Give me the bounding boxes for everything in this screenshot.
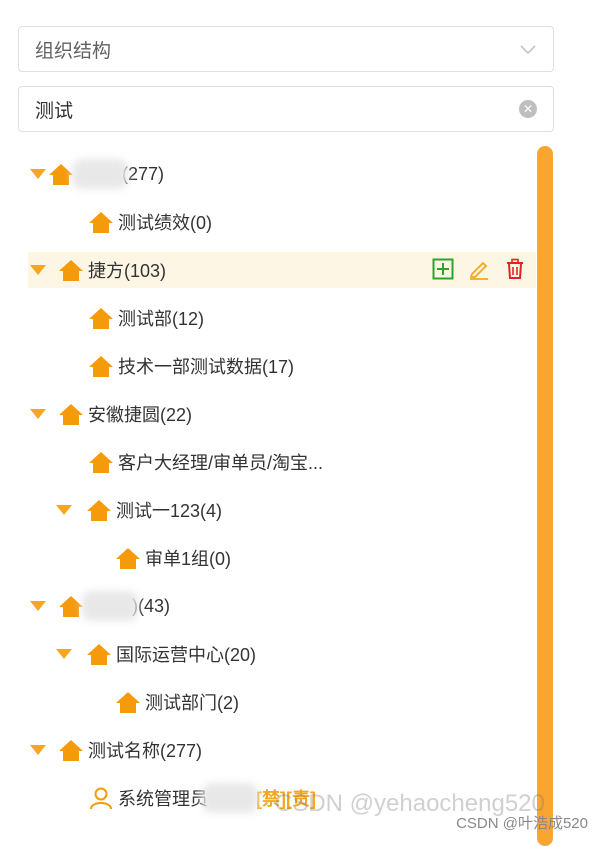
redacted-text: [72, 159, 128, 189]
tree-node-label: 测试部门(2): [145, 693, 239, 713]
home-icon: [89, 212, 113, 233]
tree-node[interactable]: 技术一部测试数据(17): [88, 348, 294, 384]
tree-node-label: 系统管理员: [118, 789, 208, 809]
tree-node-label: 捷方(103): [88, 261, 167, 281]
home-icon: [89, 308, 113, 329]
watermark-small: CSDN @叶浩成520: [456, 815, 588, 832]
tree-node-label: 测试部(12): [118, 309, 205, 329]
search-value: 测试: [35, 100, 74, 122]
tree-node[interactable]: 测试部(12): [88, 300, 204, 336]
expand-caret-icon[interactable]: [28, 265, 48, 275]
tree-node-label: 测试一123(4): [116, 501, 223, 521]
tree-node-label: 客户大经理/审单员/淘宝...: [118, 453, 324, 473]
add-icon[interactable]: [432, 258, 454, 280]
tree-node[interactable]: 测试一123(4): [54, 492, 222, 528]
expand-caret-icon[interactable]: [54, 649, 74, 659]
tree-node-label: (277): [122, 163, 165, 184]
home-icon: [59, 260, 83, 281]
org-structure-select[interactable]: 组织结构: [18, 26, 554, 72]
clear-icon[interactable]: ✕: [519, 100, 537, 118]
node-actions: [432, 258, 526, 280]
tree-node-label: 测试绩效(0): [118, 213, 212, 233]
home-icon: [59, 404, 83, 425]
search-input[interactable]: 测试 ✕: [18, 86, 554, 132]
tree-node[interactable]: 审单1组(0): [115, 540, 231, 576]
tree-node[interactable]: 客户大经理/审单员/淘宝...: [88, 444, 323, 480]
home-icon: [116, 548, 140, 569]
home-icon: [49, 164, 73, 185]
home-icon: [59, 596, 83, 617]
home-icon: [59, 740, 83, 761]
tree-node-selected[interactable]: 捷方(103): [28, 252, 536, 288]
tree-node[interactable]: 安徽捷圆(22): [28, 396, 192, 432]
tree-node[interactable]: 国际运营中心(20): [54, 636, 256, 672]
tree-node[interactable]: (277): [28, 156, 164, 192]
chevron-down-icon: [520, 45, 536, 55]
redacted-text: [82, 591, 138, 621]
tree-node-label: 测试名称(277): [88, 741, 203, 761]
user-icon: [90, 787, 112, 810]
home-icon: [87, 500, 111, 521]
expand-caret-icon[interactable]: [28, 409, 48, 419]
expand-caret-icon[interactable]: [28, 601, 48, 611]
delete-icon[interactable]: [504, 258, 526, 280]
edit-icon[interactable]: [468, 258, 490, 280]
expand-caret-icon[interactable]: [54, 505, 74, 515]
tree-node-label: 国际运营中心(20): [116, 645, 257, 665]
tree-node[interactable]: 测试绩效(0): [88, 204, 212, 240]
scrollbar-thumb[interactable]: [537, 146, 553, 846]
home-icon: [87, 644, 111, 665]
redacted-text: [202, 783, 258, 813]
select-value: 组织结构: [35, 40, 112, 62]
tree-node-label: 安徽捷圆(22): [88, 405, 193, 425]
tree-node-label: 技术一部测试数据(17): [118, 357, 295, 377]
tree-node[interactable]: 测试名称(277): [28, 732, 202, 768]
expand-caret-icon[interactable]: [28, 169, 48, 179]
tree-node[interactable]: )(43): [28, 588, 170, 624]
expand-caret-icon[interactable]: [28, 745, 48, 755]
home-icon: [116, 692, 140, 713]
home-icon: [89, 356, 113, 377]
tree-node[interactable]: 测试部门(2): [115, 684, 239, 720]
home-icon: [89, 452, 113, 473]
tree-node-label: 审单1组(0): [145, 549, 232, 569]
